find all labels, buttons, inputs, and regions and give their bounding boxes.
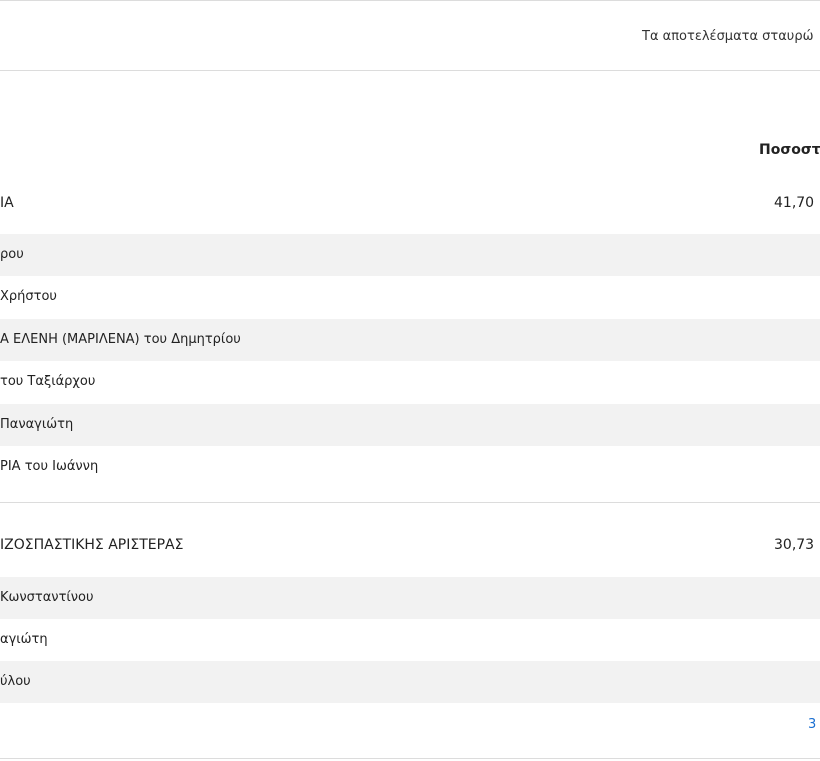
candidate-name: αγιώτη (0, 632, 48, 647)
results-note: Τα αποτελέσματα σταυρώ (642, 29, 814, 44)
candidate-name: ρου (0, 247, 24, 262)
party-row: ΙΖΟΣΠΑΣΤΙΚΗΣ ΑΡΙΣΤΕΡΑΣ 30,73 (0, 526, 820, 566)
candidate-row: Χρήστου (0, 276, 820, 318)
party-name: ΙΖΟΣΠΑΣΤΙΚΗΣ ΑΡΙΣΤΕΡΑΣ (0, 537, 184, 553)
candidate-name: Χρήστου (0, 289, 57, 304)
percentage-column-header: Ποσοστ (759, 142, 820, 158)
candidate-name: του Ταξιάρχου (0, 374, 96, 389)
candidate-name: ΡΙΑ του Ιωάννη (0, 459, 99, 474)
candidate-row: Κωνσταντίνου (0, 577, 820, 619)
results-panel: Τα αποτελέσματα σταυρώ Ποσοστ ΙΑ 41,70 ρ… (0, 0, 820, 761)
candidate-name: Κωνσταντίνου (0, 590, 94, 605)
candidate-row: ΡΙΑ του Ιωάννη (0, 446, 820, 488)
candidate-name: Παναγιώτη (0, 417, 74, 432)
results-header-bar: Τα αποτελέσματα σταυρώ (0, 1, 820, 71)
party-percentage: 30,73 (774, 537, 815, 553)
candidate-row: Α ΕΛΕΝΗ (ΜΑΡΙΛΕΝΑ) του Δημητρίου (0, 319, 820, 361)
party-name: ΙΑ (0, 195, 14, 211)
candidate-row: ρου (0, 234, 820, 276)
candidate-row: ύλου (0, 661, 820, 703)
bottom-border (0, 758, 820, 759)
party-divider (0, 502, 820, 503)
candidate-row: Παναγιώτη (0, 404, 820, 446)
party-row: ΙΑ 41,70 (0, 184, 820, 224)
candidate-name: ύλου (0, 674, 31, 689)
candidate-row: αγιώτη (0, 619, 820, 661)
candidate-row: του Ταξιάρχου (0, 361, 820, 403)
party-percentage: 41,70 (774, 195, 815, 211)
candidate-name: Α ΕΛΕΝΗ (ΜΑΡΙΛΕΝΑ) του Δημητρίου (0, 332, 241, 347)
pagination-link[interactable]: 3 (808, 717, 816, 732)
